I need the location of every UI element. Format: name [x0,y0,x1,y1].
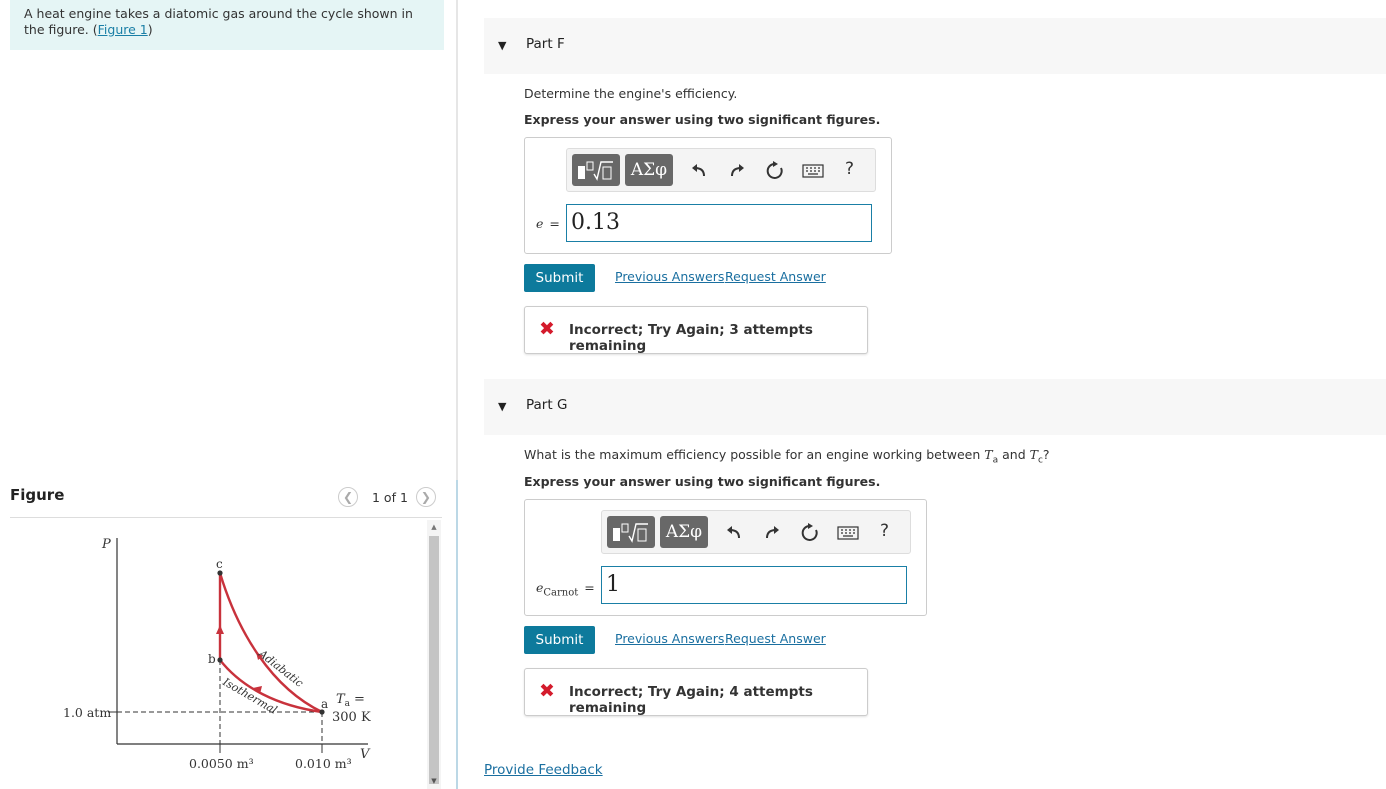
pv-diagram: P V c b a Adiabatic Isothermal Ta = 300 K… [63,537,371,771]
point-b [217,657,223,663]
part-g-previous-answers-link[interactable]: Previous Answers [615,631,724,646]
part-g-header[interactable]: ▼ Part G [484,379,1386,435]
part-f-previous-answers-link[interactable]: Previous Answers [615,269,724,284]
templates-icon [613,523,648,543]
undo-icon[interactable] [722,521,746,545]
redo-icon[interactable] [725,159,749,183]
prev-figure-button[interactable]: ❮ [338,487,358,507]
figure-counter: 1 of 1 [372,489,408,505]
point-b-label: b [208,652,216,666]
part-g-math-toolbar: ΑΣφ ? [601,510,911,554]
figure-title: Figure [10,486,65,504]
part-g-title: Part G [526,397,568,413]
point-c-label: c [216,557,223,571]
templates-icon [578,161,613,181]
p-axis-label: P [101,537,111,552]
help-icon[interactable]: ? [845,159,854,179]
redo-icon[interactable] [760,521,784,545]
part-f-math-toolbar: ΑΣφ ? [566,148,876,192]
part-f-title: Part F [526,36,565,52]
problem-text: A heat engine takes a diatomic gas aroun… [24,6,413,37]
collapse-triangle-icon[interactable]: ▼ [498,39,506,52]
part-f-request-answer-link[interactable]: Request Answer [725,269,826,284]
v-axis-label: V [360,747,371,762]
part-f-question: Determine the engine's efficiency. [524,86,738,101]
incorrect-x-icon: ✖ [539,680,555,702]
part-f-feedback: ✖ Incorrect; Try Again; 3 attempts remai… [524,306,868,354]
part-g-answer-input[interactable]: 1 [601,566,907,604]
greek-button[interactable]: ΑΣφ [660,516,708,548]
next-figure-button[interactable]: ❯ [415,487,436,507]
figure-link[interactable]: Figure 1 [98,22,148,37]
templates-button[interactable] [607,516,655,548]
figure-scrollbar[interactable]: ▲ ▼ [427,520,441,789]
part-f-variable-label: e = [536,216,560,231]
part-g-feedback-text: Incorrect; Try Again; 4 attempts remaini… [569,684,813,716]
isothermal-label: Isothermal [220,675,280,717]
scroll-thumb[interactable] [429,536,439,784]
volume-a-label: 0.010 m³ [295,756,352,771]
provide-feedback-link[interactable]: Provide Feedback [484,762,603,778]
reset-icon[interactable] [763,159,787,183]
chevron-left-icon: ❮ [342,490,354,504]
greek-button[interactable]: ΑΣφ [625,154,673,186]
chevron-right-icon: ❯ [420,490,431,504]
keyboard-icon[interactable] [801,159,825,183]
problem-link-close: ) [147,22,153,37]
part-f-answer-input[interactable]: 0.13 [566,204,872,242]
part-f-submit-button[interactable]: Submit [524,264,595,292]
point-a-label: a [321,697,328,711]
part-f-feedback-text: Incorrect; Try Again; 3 attempts remaini… [569,322,813,354]
reset-icon[interactable] [798,521,822,545]
scroll-up-arrow-icon[interactable]: ▲ [427,522,441,532]
part-g-feedback: ✖ Incorrect; Try Again; 4 attempts remai… [524,668,868,716]
temperature-value: 300 K [332,710,371,725]
problem-statement: A heat engine takes a diatomic gas aroun… [10,0,444,50]
part-f-instruction: Express your answer using two significan… [524,112,881,127]
point-c [217,570,223,576]
volume-b-label: 0.0050 m³ [189,756,254,771]
collapse-triangle-icon[interactable]: ▼ [498,400,506,413]
part-f-answer-box: ΑΣφ ? e = 0.13 [524,137,892,254]
part-g-answer-box: ΑΣφ ? eCarnot = 1 [524,499,927,616]
temperature-label: Ta = [336,692,365,709]
figure-divider [10,517,442,518]
keyboard-icon[interactable] [836,521,860,545]
arrow-up-icon [216,625,224,634]
part-g-variable-label: eCarnot = [536,580,595,599]
pressure-value-label: 1.0 atm [63,705,111,720]
pane-divider-accent [456,480,458,789]
part-g-question: What is the maximum efficiency possible … [524,447,1050,466]
part-g-request-answer-link[interactable]: Request Answer [725,631,826,646]
undo-icon[interactable] [687,159,711,183]
part-g-submit-button[interactable]: Submit [524,626,595,654]
part-g-instruction: Express your answer using two significan… [524,474,881,489]
left-pane: A heat engine takes a diatomic gas aroun… [0,0,456,789]
help-icon[interactable]: ? [880,521,889,541]
incorrect-x-icon: ✖ [539,318,555,340]
scroll-down-arrow-icon[interactable]: ▼ [427,776,441,786]
part-f-header[interactable]: ▼ Part F [484,18,1386,74]
templates-button[interactable] [572,154,620,186]
figure-navigation: ❮ 1 of 1 ❯ [338,486,436,508]
